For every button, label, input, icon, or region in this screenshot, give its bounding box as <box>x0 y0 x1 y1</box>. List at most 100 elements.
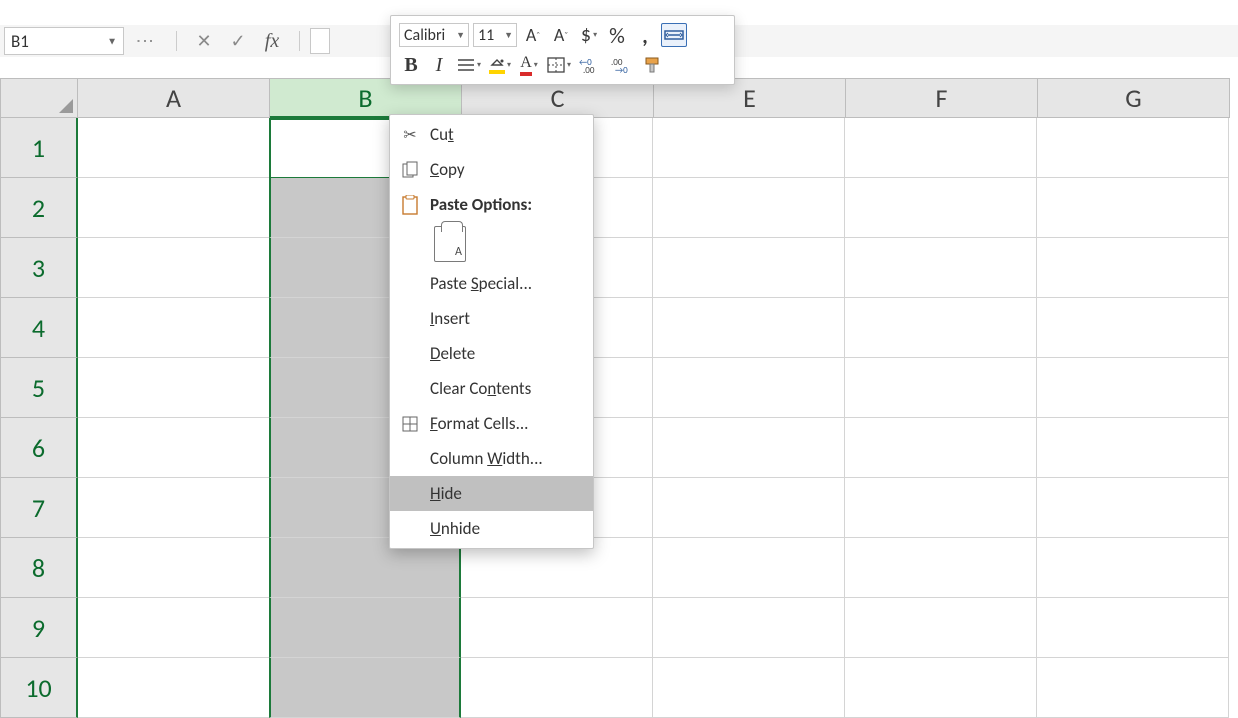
decrease-decimal-button[interactable]: .00→0 <box>609 53 637 77</box>
row-header-8[interactable]: 8 <box>0 538 78 598</box>
cell[interactable] <box>653 178 845 238</box>
cell[interactable] <box>845 178 1037 238</box>
chevron-down-icon[interactable]: ▼ <box>456 30 465 41</box>
cell[interactable] <box>78 238 270 298</box>
font-size-combo[interactable]: 11 ▼ <box>473 23 517 47</box>
row-header-5[interactable]: 5 <box>0 358 78 418</box>
row-header-6[interactable]: 6 <box>0 418 78 478</box>
cell[interactable] <box>78 658 270 718</box>
chevron-down-icon[interactable]: ▼ <box>107 35 117 48</box>
bold-button[interactable]: B <box>399 53 423 77</box>
cell[interactable] <box>653 418 845 478</box>
cell[interactable] <box>78 178 270 238</box>
cell[interactable] <box>269 598 461 658</box>
cell[interactable] <box>78 418 270 478</box>
row-header-3[interactable]: 3 <box>0 238 78 298</box>
cell[interactable] <box>1037 178 1229 238</box>
menu-hide[interactable]: Hide <box>390 476 593 511</box>
svg-text:→0: →0 <box>615 65 628 74</box>
format-painter-button[interactable] <box>641 53 665 77</box>
cell[interactable] <box>845 478 1037 538</box>
percent-format-button[interactable]: % <box>605 23 629 47</box>
merge-center-button[interactable] <box>661 23 687 47</box>
cell[interactable] <box>78 118 270 178</box>
font-color-button[interactable]: A ▾ <box>517 53 541 77</box>
fx-icon[interactable]: fx <box>255 30 289 53</box>
font-size-value: 11 <box>478 26 494 45</box>
fill-color-button[interactable]: ▾ <box>487 53 513 77</box>
formula-input[interactable] <box>310 28 330 54</box>
cell[interactable] <box>653 298 845 358</box>
row-header-4[interactable]: 4 <box>0 298 78 358</box>
cell[interactable] <box>461 658 653 718</box>
increase-decimal-button[interactable]: ←0.00 <box>577 53 605 77</box>
font-name-combo[interactable]: Calibri ▼ <box>399 23 469 47</box>
cell[interactable] <box>1037 478 1229 538</box>
menu-column-width[interactable]: Column Width... <box>390 441 593 476</box>
cell[interactable] <box>845 298 1037 358</box>
cell[interactable] <box>1037 298 1229 358</box>
cell[interactable] <box>1037 238 1229 298</box>
row-header-1[interactable]: 1 <box>0 118 78 178</box>
increase-font-button[interactable]: Aˆ <box>521 23 545 47</box>
menu-delete[interactable]: Delete <box>390 336 593 371</box>
cell[interactable] <box>845 418 1037 478</box>
cell[interactable] <box>653 358 845 418</box>
cell[interactable] <box>1037 358 1229 418</box>
menu-copy[interactable]: Copy <box>390 152 593 187</box>
menu-unhide[interactable]: Unhide <box>390 511 593 546</box>
font-name-value: Calibri <box>404 26 445 45</box>
row-header-9[interactable]: 9 <box>0 598 78 658</box>
cell[interactable] <box>845 118 1037 178</box>
name-box[interactable]: B1 ▼ <box>4 27 124 55</box>
cell[interactable] <box>1037 418 1229 478</box>
clipboard-icon <box>400 195 420 215</box>
cell[interactable] <box>845 538 1037 598</box>
select-all-button[interactable] <box>0 78 78 118</box>
row-header-7[interactable]: 7 <box>0 478 78 538</box>
cell[interactable] <box>653 538 845 598</box>
cell[interactable] <box>461 598 653 658</box>
menu-insert[interactable]: Insert <box>390 301 593 336</box>
row-header-10[interactable]: 10 <box>0 658 78 718</box>
column-header-f[interactable]: F <box>846 78 1038 118</box>
name-box-value: B1 <box>11 31 29 52</box>
cell[interactable] <box>78 478 270 538</box>
cell[interactable] <box>269 658 461 718</box>
cancel-icon[interactable]: ✕ <box>187 30 221 52</box>
borders-button[interactable]: ▾ <box>545 53 573 77</box>
cell[interactable] <box>653 238 845 298</box>
row-header-2[interactable]: 2 <box>0 178 78 238</box>
cell[interactable] <box>78 538 270 598</box>
cell[interactable] <box>78 598 270 658</box>
chevron-down-icon[interactable]: ▼ <box>504 30 513 41</box>
comma-format-button[interactable]: , <box>633 23 657 47</box>
cell[interactable] <box>1037 118 1229 178</box>
cell[interactable] <box>78 358 270 418</box>
decrease-font-button[interactable]: Aˇ <box>549 23 573 47</box>
column-header-a[interactable]: A <box>78 78 270 118</box>
menu-format-cells[interactable]: Format Cells... <box>390 406 593 441</box>
accept-icon[interactable]: ✓ <box>221 30 255 52</box>
cell[interactable] <box>845 358 1037 418</box>
cell[interactable] <box>1037 538 1229 598</box>
menu-paste-default[interactable]: A <box>390 222 593 266</box>
cell[interactable] <box>1037 658 1229 718</box>
accounting-format-button[interactable]: $▾ <box>577 23 601 47</box>
cell[interactable] <box>1037 598 1229 658</box>
cell[interactable] <box>653 598 845 658</box>
cell[interactable] <box>78 298 270 358</box>
menu-cut[interactable]: ✂ Cut <box>390 117 593 152</box>
cell[interactable] <box>845 238 1037 298</box>
cell[interactable] <box>653 478 845 538</box>
menu-paste-special[interactable]: Paste Special... <box>390 266 593 301</box>
cell[interactable] <box>845 658 1037 718</box>
align-button[interactable]: ▾ <box>455 53 483 77</box>
cell[interactable] <box>653 118 845 178</box>
column-header-g[interactable]: G <box>1038 78 1230 118</box>
cell[interactable] <box>845 598 1037 658</box>
cell[interactable] <box>653 658 845 718</box>
more-icon[interactable]: ⋮ <box>134 32 156 50</box>
italic-button[interactable]: I <box>427 53 451 77</box>
menu-clear-contents[interactable]: Clear Contents <box>390 371 593 406</box>
